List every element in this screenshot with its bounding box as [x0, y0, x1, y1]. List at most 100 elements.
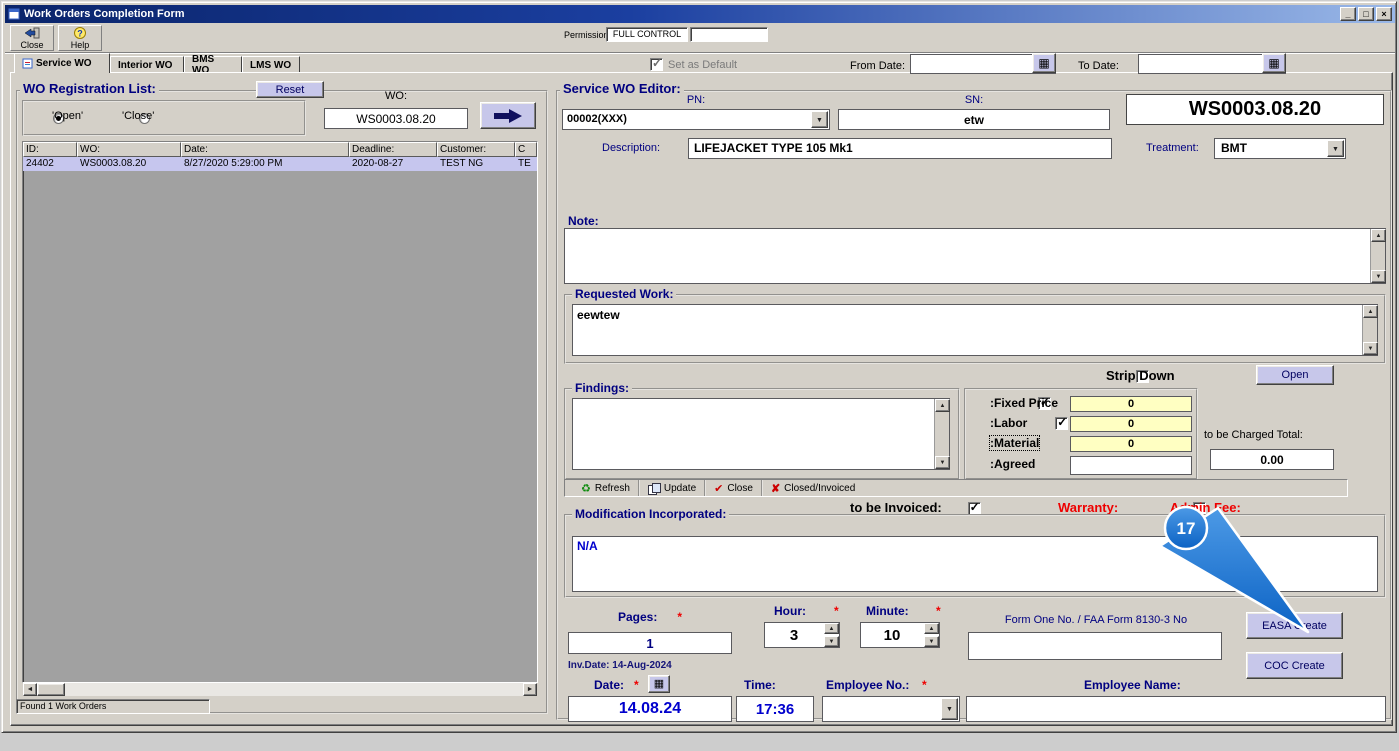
- table-row[interactable]: 24402 WS0003.08.20 8/27/2020 5:29:00 PM …: [23, 157, 537, 171]
- agreed-label: :Agreed: [990, 457, 1036, 471]
- dropdown-arrow-icon[interactable]: ▼: [811, 111, 828, 128]
- note-textarea[interactable]: ▲ ▼: [564, 228, 1386, 284]
- date-required-marker: *: [634, 678, 639, 692]
- update-copy-icon: [647, 482, 661, 495]
- employee-name-field[interactable]: [966, 696, 1386, 722]
- note-value: [565, 229, 1385, 233]
- findings-scrollbar[interactable]: ▲ ▼: [934, 399, 950, 469]
- fixed-price-field[interactable]: 0: [1070, 396, 1192, 412]
- from-date-label: From Date:: [850, 60, 906, 72]
- tab-interior-wo[interactable]: Interior WO: [110, 56, 184, 73]
- minute-label: Minute:: [866, 604, 909, 618]
- hour-down-button[interactable]: ▼: [824, 636, 839, 647]
- close-button[interactable]: Close: [10, 25, 54, 51]
- requested-work-textarea[interactable]: eewtew ▲ ▼: [572, 304, 1378, 356]
- window-controls: _ □ ×: [1340, 7, 1392, 21]
- employee-no-required-marker: *: [922, 678, 927, 692]
- treatment-combo[interactable]: BMT ▼: [1214, 138, 1346, 159]
- help-button-label: Help: [70, 39, 90, 50]
- col-header-customer[interactable]: Customer:: [437, 142, 515, 157]
- scroll-up-icon[interactable]: ▲: [935, 399, 950, 412]
- hour-spinner[interactable]: 3 ▲ ▼: [764, 622, 840, 648]
- help-button[interactable]: ? Help: [58, 25, 102, 51]
- pn-label: PN:: [686, 94, 706, 106]
- open-button[interactable]: Open: [1256, 365, 1334, 385]
- minute-up-button[interactable]: ▲: [924, 623, 939, 634]
- callout-arrow-17: 17: [1158, 505, 1310, 634]
- scroll-up-icon[interactable]: ▲: [1363, 305, 1378, 318]
- exit-icon: [24, 27, 40, 38]
- employee-no-combo[interactable]: ▼: [822, 696, 960, 722]
- scroll-down-icon[interactable]: ▼: [1363, 342, 1378, 355]
- requested-scrollbar[interactable]: ▲ ▼: [1362, 305, 1378, 355]
- labor-checkbox[interactable]: [1055, 415, 1069, 430]
- date-field[interactable]: 14.08.24: [568, 696, 732, 722]
- col-header-deadline[interactable]: Deadline:: [349, 142, 437, 157]
- pages-field[interactable]: 1: [568, 632, 732, 654]
- material-field[interactable]: 0: [1070, 436, 1192, 452]
- tab-lms-wo[interactable]: LMS WO: [242, 56, 300, 73]
- date-label: Date:: [594, 678, 625, 692]
- cell-deadline: 2020-08-27: [352, 158, 404, 169]
- wo-table[interactable]: ID: WO: Date: Deadline: Customer: C 2440…: [22, 141, 538, 683]
- svg-text:?: ?: [77, 28, 83, 38]
- tab-form-icon: [22, 58, 33, 69]
- check-icon: ✔: [714, 482, 724, 495]
- refresh-button[interactable]: ♻ Refresh: [573, 480, 640, 496]
- time-label: Time:: [744, 678, 776, 692]
- set-as-default-checkbox[interactable]: [650, 56, 663, 71]
- col-header-wo[interactable]: WO:: [77, 142, 181, 157]
- minute-spinner[interactable]: 10 ▲ ▼: [860, 622, 940, 648]
- description-field[interactable]: LIFEJACKET TYPE 105 Mk1: [688, 138, 1112, 159]
- radio-open-label: 'Open': [52, 110, 84, 122]
- findings-textarea[interactable]: ▲ ▼: [572, 398, 950, 470]
- minute-down-button[interactable]: ▼: [924, 636, 939, 647]
- cross-icon: ✘: [770, 482, 781, 495]
- cell-customer: TEST NG: [440, 158, 484, 169]
- col-header-cut[interactable]: C: [515, 142, 537, 157]
- time-field[interactable]: 17:36: [736, 696, 814, 722]
- wo-search-field[interactable]: WS0003.08.20: [324, 108, 468, 129]
- hour-up-button[interactable]: ▲: [824, 623, 839, 634]
- from-date-calendar-button[interactable]: ▦: [1032, 53, 1056, 73]
- close-wo-button[interactable]: ✔ Close: [706, 480, 763, 496]
- set-as-default-label: Set as Default: [668, 59, 738, 71]
- wo-registration-title: WO Registration List:: [20, 81, 159, 96]
- agreed-field[interactable]: [1070, 456, 1192, 475]
- right-arrow-icon: [494, 108, 522, 123]
- note-scrollbar[interactable]: ▲ ▼: [1370, 229, 1386, 283]
- permission-value-field: FULL CONTROL: [606, 27, 688, 42]
- tab-service-wo[interactable]: Service WO: [14, 53, 110, 73]
- labor-field[interactable]: 0: [1070, 416, 1192, 432]
- update-button[interactable]: Update: [639, 480, 707, 496]
- pn-combo[interactable]: 00002(XXX) ▼: [562, 109, 830, 130]
- treatment-value: BMT: [1221, 141, 1247, 155]
- maximize-button[interactable]: □: [1358, 7, 1374, 21]
- scroll-right-button[interactable]: ►: [523, 683, 537, 696]
- material-label: :Material: [988, 435, 1041, 451]
- close-window-button[interactable]: ×: [1376, 7, 1392, 21]
- employee-no-label: Employee No.:: [826, 678, 910, 692]
- scroll-down-icon[interactable]: ▼: [935, 456, 950, 469]
- description-label: Description:: [602, 142, 661, 154]
- go-arrow-button[interactable]: [480, 102, 536, 129]
- table-hscrollbar[interactable]: ◄ ►: [23, 683, 537, 696]
- scroll-left-button[interactable]: ◄: [23, 683, 37, 696]
- col-header-id[interactable]: ID:: [23, 142, 77, 157]
- dropdown-arrow-icon[interactable]: ▼: [941, 698, 958, 720]
- reset-button[interactable]: Reset: [256, 81, 324, 98]
- to-date-calendar-button[interactable]: ▦: [1262, 53, 1286, 73]
- pages-required-marker: *: [677, 610, 683, 624]
- dropdown-arrow-icon[interactable]: ▼: [1327, 140, 1344, 157]
- col-header-date[interactable]: Date:: [181, 142, 349, 157]
- sn-field[interactable]: etw: [838, 109, 1110, 130]
- coc-create-button[interactable]: COC Create: [1246, 652, 1343, 679]
- tab-bms-wo[interactable]: BMS WO: [184, 54, 242, 76]
- minimize-button[interactable]: _: [1340, 7, 1356, 21]
- closed-invoiced-button[interactable]: ✘ Closed/Invoiced: [762, 480, 864, 496]
- scroll-down-icon[interactable]: ▼: [1371, 270, 1386, 283]
- date-calendar-button[interactable]: ▦: [648, 675, 670, 693]
- scroll-thumb[interactable]: [37, 683, 65, 696]
- cell-wo: WS0003.08.20: [80, 158, 147, 169]
- scroll-up-icon[interactable]: ▲: [1371, 229, 1386, 242]
